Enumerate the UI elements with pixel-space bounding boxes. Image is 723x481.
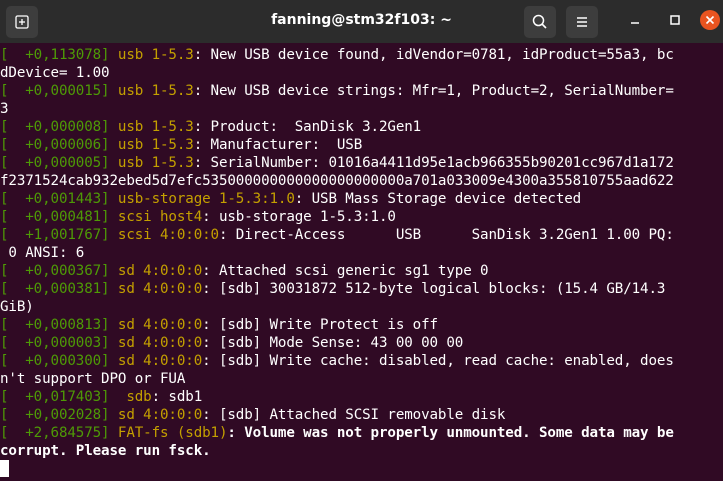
terminal-line: [ +0,017403] sdb: sdb1	[0, 388, 723, 406]
terminal-line: f2371524cab932ebed5d7efc5350000000000000…	[0, 172, 723, 190]
message-text: dDevice= 1.00	[0, 65, 110, 81]
menu-button[interactable]	[566, 6, 598, 38]
terminal-line: [ +0,000300] sd 4:0:0:0: [sdb] Write cac…	[0, 352, 723, 370]
subsystem-tag: sd 4:0:0:0	[109, 407, 203, 423]
timestamp: [ +1,001767]	[0, 227, 110, 243]
message-text: : Volume was not properly unmounted. Som…	[227, 425, 674, 441]
title-bar: fanning@stm32f103: ~	[0, 0, 723, 43]
message-text: : [sdb] Write cache: disabled, read cach…	[202, 353, 674, 369]
minimize-button[interactable]	[625, 10, 645, 30]
terminal-line: n't support DPO or FUA	[0, 370, 723, 388]
terminal-line: [ +1,001767] scsi 4:0:0:0: Direct-Access…	[0, 226, 723, 244]
timestamp: [ +0,000481]	[0, 209, 110, 225]
message-text: : sdb1	[151, 389, 203, 405]
terminal-line: [ +0,000381] sd 4:0:0:0: [sdb] 30031872 …	[0, 280, 723, 298]
subsystem-tag: scsi host4	[109, 209, 203, 225]
subsystem-tag: FAT-fs (sdb1)	[109, 425, 228, 441]
close-button[interactable]	[700, 10, 720, 30]
message-text: f2371524cab932ebed5d7efc5350000000000000…	[0, 173, 674, 189]
minimize-icon	[631, 22, 639, 24]
terminal-line: [ +0,000481] scsi host4: usb-storage 1-5…	[0, 208, 723, 226]
terminal-line: corrupt. Please run fsck.	[0, 442, 723, 460]
subsystem-tag: sdb	[109, 389, 152, 405]
subsystem-tag: sd 4:0:0:0	[109, 335, 203, 351]
timestamp: [ +0,000381]	[0, 281, 110, 297]
subsystem-tag: usb 1-5.3	[109, 47, 194, 63]
window-title: fanning@stm32f103: ~	[271, 12, 452, 28]
terminal-output[interactable]: [ +0,113078] usb 1-5.3: New USB device f…	[0, 46, 723, 478]
subsystem-tag: sd 4:0:0:0	[109, 353, 203, 369]
subsystem-tag: scsi 4:0:0:0	[109, 227, 219, 243]
terminal-line: [ +0,001443] usb-storage 1-5.3:1.0: USB …	[0, 190, 723, 208]
search-button[interactable]	[524, 6, 556, 38]
message-text: 0 ANSI: 6	[0, 245, 85, 261]
message-text: : [sdb] Write Protect is off	[202, 317, 438, 333]
prompt-line	[0, 460, 723, 478]
subsystem-tag: usb 1-5.3	[109, 155, 194, 171]
timestamp: [ +0,000300]	[0, 353, 110, 369]
subsystem-tag: usb 1-5.3	[109, 137, 194, 153]
timestamp: [ +0,001443]	[0, 191, 110, 207]
timestamp: [ +0,000015]	[0, 83, 110, 99]
terminal-line: [ +0,000008] usb 1-5.3: Product: SanDisk…	[0, 118, 723, 136]
terminal-line: [ +0,113078] usb 1-5.3: New USB device f…	[0, 46, 723, 64]
terminal-line: [ +0,000367] sd 4:0:0:0: Attached scsi g…	[0, 262, 723, 280]
hamburger-menu-icon	[577, 17, 587, 27]
timestamp: [ +0,000006]	[0, 137, 110, 153]
terminal-line: [ +0,000005] usb 1-5.3: SerialNumber: 01…	[0, 154, 723, 172]
message-text: : New USB device strings: Mfr=1, Product…	[193, 83, 674, 99]
message-text: : USB Mass Storage device detected	[294, 191, 582, 207]
message-text: corrupt. Please run fsck.	[0, 443, 211, 459]
message-text: : Product: SanDisk 3.2Gen1	[193, 119, 422, 135]
message-text: : Direct-Access USB SanDisk 3.2Gen1 1.00…	[218, 227, 674, 243]
terminal-line: [ +0,000006] usb 1-5.3: Manufacturer: US…	[0, 136, 723, 154]
terminal-line: GiB)	[0, 298, 723, 316]
terminal-line: 0 ANSI: 6	[0, 244, 723, 262]
timestamp: [ +0,017403]	[0, 389, 110, 405]
timestamp: [ +0,000005]	[0, 155, 110, 171]
message-text: : New USB device found, idVendor=0781, i…	[193, 47, 674, 63]
maximize-icon	[670, 15, 680, 25]
message-text: : usb-storage 1-5.3:1.0	[202, 209, 396, 225]
terminal-line: [ +0,000015] usb 1-5.3: New USB device s…	[0, 82, 723, 100]
subsystem-tag: usb 1-5.3	[109, 119, 194, 135]
timestamp: [ +0,000813]	[0, 317, 110, 333]
terminal-line: [ +0,002028] sd 4:0:0:0: [sdb] Attached …	[0, 406, 723, 424]
terminal-line: [ +2,684575] FAT-fs (sdb1): Volume was n…	[0, 424, 723, 442]
timestamp: [ +0,000367]	[0, 263, 110, 279]
message-text: 3	[0, 101, 9, 117]
message-text: : [sdb] Mode Sense: 43 00 00 00	[202, 335, 464, 351]
message-text: n't support DPO or FUA	[0, 371, 186, 387]
maximize-button[interactable]	[665, 10, 685, 30]
timestamp: [ +0,000008]	[0, 119, 110, 135]
timestamp: [ +2,684575]	[0, 425, 110, 441]
subsystem-tag: sd 4:0:0:0	[109, 263, 203, 279]
subsystem-tag: sd 4:0:0:0	[109, 317, 203, 333]
subsystem-tag: usb 1-5.3	[109, 83, 194, 99]
subsystem-tag: usb-storage 1-5.3:1.0	[109, 191, 295, 207]
subsystem-tag: sd 4:0:0:0	[109, 281, 203, 297]
search-icon	[532, 14, 547, 29]
terminal-line: [ +0,000003] sd 4:0:0:0: [sdb] Mode Sens…	[0, 334, 723, 352]
close-icon	[705, 15, 715, 25]
message-text: : [sdb] Attached SCSI removable disk	[202, 407, 506, 423]
message-text: : [sdb] 30031872 512-byte logical blocks…	[202, 281, 666, 297]
timestamp: [ +0,000003]	[0, 335, 110, 351]
message-text: : Manufacturer: USB	[193, 137, 363, 153]
message-text: GiB)	[0, 299, 34, 315]
message-text: : Attached scsi generic sg1 type 0	[202, 263, 489, 279]
terminal-line: [ +0,000813] sd 4:0:0:0: [sdb] Write Pro…	[0, 316, 723, 334]
terminal-line: 3	[0, 100, 723, 118]
timestamp: [ +0,113078]	[0, 47, 110, 63]
terminal-line: dDevice= 1.00	[0, 64, 723, 82]
message-text: : SerialNumber: 01016a4411d95e1acb966355…	[193, 155, 674, 171]
text-cursor	[0, 460, 9, 477]
timestamp: [ +0,002028]	[0, 407, 110, 423]
